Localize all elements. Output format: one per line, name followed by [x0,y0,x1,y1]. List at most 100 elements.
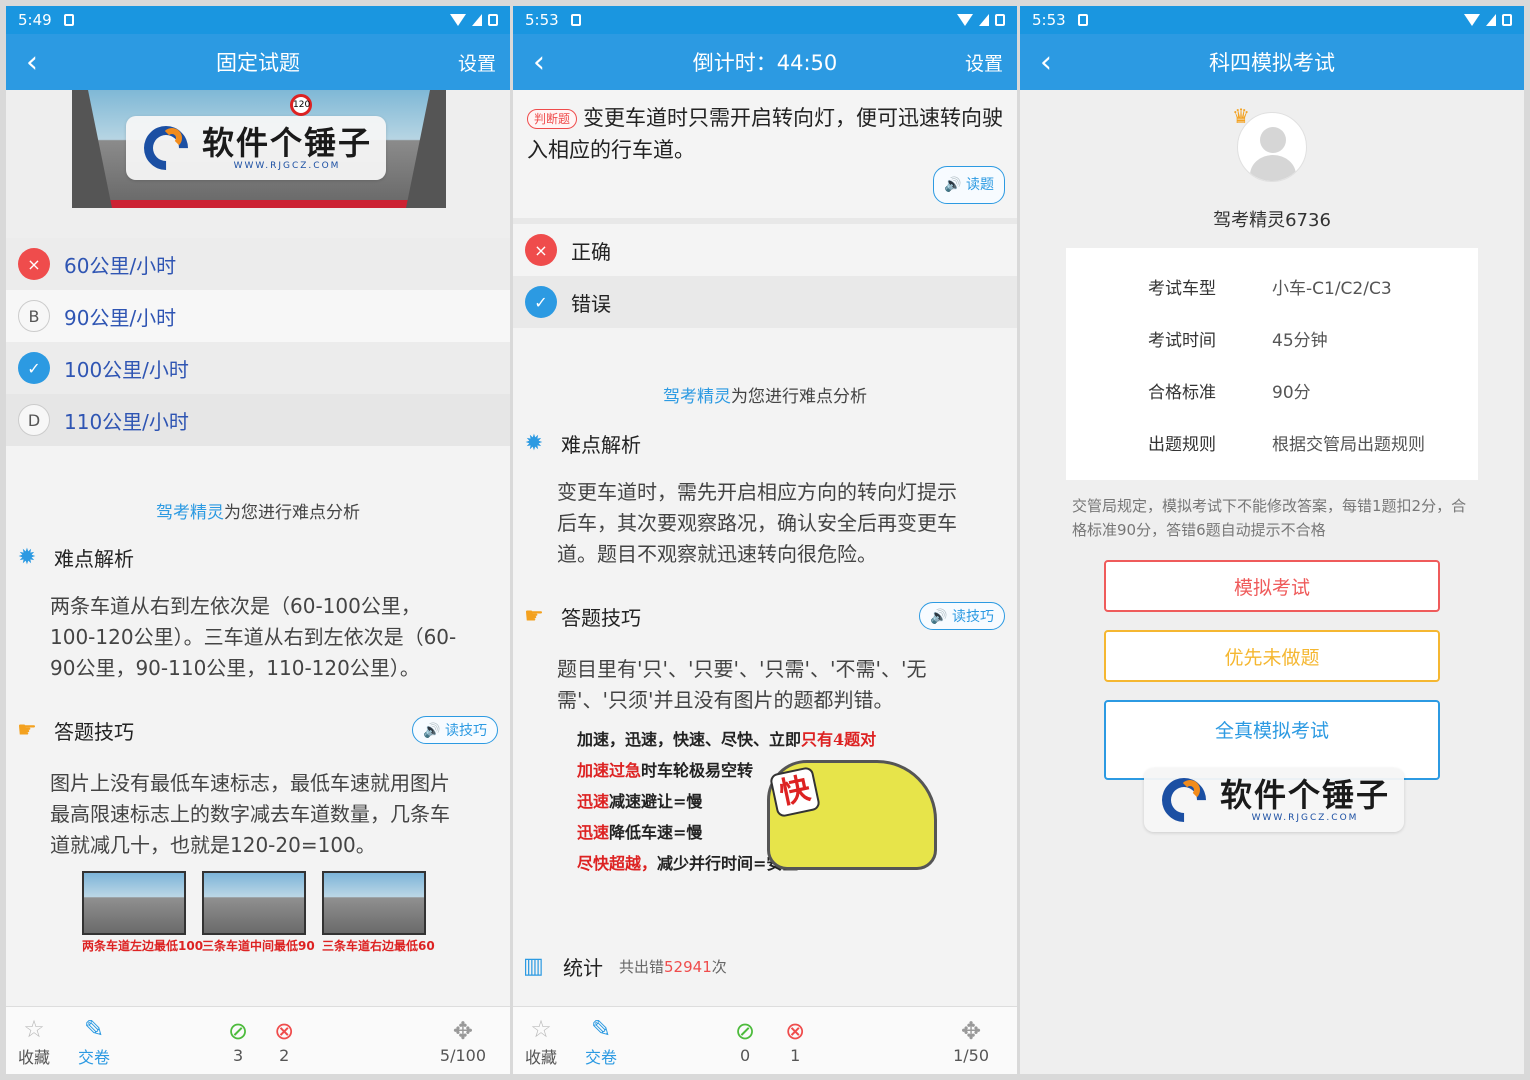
watermark-logo: 软件个锤子 WWW.RJGCZ.COM [126,116,387,180]
status-bar: 5:53 [513,6,1017,34]
wifi-icon [450,14,466,26]
page-title: 科四模拟考试 [1209,51,1335,75]
option-label: 60公里/小时 [64,253,177,278]
wrong-count[interactable]: ⊗ 2 [274,1016,294,1065]
favorite-button[interactable]: ☆ 收藏 [525,1014,557,1068]
tips-text: 题目里有'只'、'只要'、'只需'、'不需'、'无需'、'只须'并且没有图片的题… [557,657,927,712]
bottom-bar: ☆ 收藏 ✎ 交卷 ⊘ 3 ⊗ 2 ✥ 5/100 [6,1006,510,1074]
option-label: 100公里/小时 [64,357,189,382]
tips-cartoon: 加速，迅速，快速、尽快、立即只有4题对 加速过急时车轮极易空转 迅速减速避让=慢… [577,724,937,904]
option-letter: B [18,300,50,332]
bar-chart-icon: ▥ [523,953,544,979]
status-bar: 5:53 [1020,6,1524,34]
back-button[interactable]: ‹ [513,34,565,90]
difficulty-text: 变更车道时，需先开启相应方向的转向灯提示后车，其次要观察路况，确认安全后再变更车… [557,480,957,566]
question-type-tag: 判断题 [527,109,578,129]
option-c[interactable]: ✓ 100公里/小时 [6,342,510,394]
difficulty-section-title: ✹ 难点解析 [513,423,1017,463]
watermark-text: 软件个锤子 [202,124,373,162]
username: 驾考精灵6736 [1213,210,1331,231]
grid-icon: ✥ [960,1017,982,1045]
right-count[interactable]: ⊘ 3 [228,1016,248,1065]
countdown-title: 倒计时：44:50 [692,51,838,75]
right-count[interactable]: ⊘ 0 [735,1016,755,1065]
phone-screen-countdown-exam: 5:53 ‹ 倒计时：44:50 设置 判断题 变更车道时只需开启转向灯，便可迅速… [513,6,1017,1074]
favorite-button[interactable]: ☆ 收藏 [18,1014,50,1068]
analysis-header: 驾考精灵为您进行难点分析 [663,387,867,407]
option-label: 正确 [571,239,611,264]
submit-button[interactable]: ✎ 交卷 [585,1014,617,1068]
settings-button[interactable]: 设置 [458,49,510,76]
info-row: 出题规则 根据交管局出题规则 [1148,434,1425,455]
option-label: 错误 [571,291,611,316]
back-button[interactable]: ‹ [1020,34,1072,90]
wrong-mark-icon: × [525,234,557,266]
status-time: 5:49 [18,11,52,29]
read-question-button[interactable]: 🔊 读题 [933,166,1005,204]
signal-icon [472,14,482,26]
phone-screen-fixed-questions: 5:49 ‹ 固定试题 设置 120 软件个锤子 WWW.RJGCZ.COM ×… [6,6,510,1074]
option-b[interactable]: B 90公里/小时 [6,290,510,342]
question-block: 判断题 变更车道时只需开启转向灯，便可迅速转向驶入相应的行车道。 🔊 读题 [513,90,1017,218]
notification-icon [570,14,581,26]
watermark-url: WWW.RJGCZ.COM [233,161,341,171]
phone-screen-mock-exam: 5:53 ‹ 科四模拟考试 ♛ 驾考精灵6736 考试车型 小车-C1/C2/C3… [1020,6,1524,1074]
lightbulb-icon: ✹ [17,544,37,570]
option-true[interactable]: × 正确 [513,224,1017,276]
page-title: 固定试题 [216,51,300,75]
bottom-bar: ☆ 收藏 ✎ 交卷 ⊘ 0 ⊗ 1 ✥ 1/50 [513,1006,1017,1074]
status-bar: 5:49 [6,6,510,34]
watermark-logo: 软件个锤子 WWW.RJGCZ.COM [1144,768,1405,832]
difficulty-section-title: ✹ 难点解析 [6,537,510,577]
battery-icon [1502,14,1512,26]
mock-exam-button[interactable]: 模拟考试 [1104,560,1440,612]
tips-text: 图片上没有最低车速标志，最低车速就用图片最高限速标志上的数字减去车道数量，几条车… [50,771,450,857]
back-button[interactable]: ‹ [6,34,58,90]
analysis-header: 驾考精灵为您进行难点分析 [156,503,360,523]
exam-notice: 交管局规定，模拟考试下不能修改答案，每错1题扣2分，合格标准90分，答错6题自动… [1072,497,1467,539]
settings-button[interactable]: 设置 [965,49,1017,76]
watermark-url: WWW.RJGCZ.COM [1251,813,1359,823]
option-false[interactable]: ✓ 错误 [513,276,1017,328]
x-circle-icon: ⊗ [785,1017,806,1045]
option-letter: D [18,404,50,436]
tip-image: 两条车道左边最低100 [82,871,203,954]
read-tips-button[interactable]: 🔊 读技巧 [919,602,1005,630]
wrong-mark-icon: × [18,248,50,280]
tips-section-title: ☛ 答题技巧 🔊 读技巧 [6,710,510,750]
option-label: 90公里/小时 [64,305,177,330]
signal-icon [1486,14,1496,26]
hand-icon: ☛ [17,717,37,743]
tip-image: 三条车道右边最低60 [322,871,435,954]
submit-icon: ✎ [83,1014,105,1043]
submit-button[interactable]: ✎ 交卷 [78,1014,110,1068]
option-d[interactable]: D 110公里/小时 [6,394,510,446]
app-bar: ‹ 科四模拟考试 [1020,34,1524,90]
check-mark-icon: ✓ [18,352,50,384]
check-circle-icon: ⊘ [228,1017,249,1045]
avatar[interactable] [1237,112,1307,182]
statistics-row: ▥ 统计 共出错52941次 [523,953,727,980]
question-text: 变更车道时只需开启转向灯，便可迅速转向驶入相应的行车道。 [527,106,1004,162]
priority-unanswered-button[interactable]: 优先未做题 [1104,630,1440,682]
wifi-icon [957,14,973,26]
read-tips-button[interactable]: 🔊 读技巧 [412,716,498,744]
wrong-count[interactable]: ⊗ 1 [785,1016,805,1065]
fast-badge: 快 [768,765,822,819]
wifi-icon [1464,14,1480,26]
speed-limit-sign: 120 [290,94,312,116]
option-a[interactable]: × 60公里/小时 [6,238,510,290]
star-icon: ☆ [530,1014,552,1043]
app-bar: ‹ 固定试题 设置 [6,34,510,90]
analysis-brand[interactable]: 驾考精灵 [156,503,224,523]
battery-icon [995,14,1005,26]
logo-icon [134,116,198,180]
question-image: 120 软件个锤子 WWW.RJGCZ.COM [6,90,510,238]
signal-icon [979,14,989,26]
analysis-brand[interactable]: 驾考精灵 [663,387,731,407]
exam-info-card: 考试车型 小车-C1/C2/C3 考试时间 45分钟 合格标准 90分 出题规则 根据交… [1066,248,1478,480]
hand-icon: ☛ [524,603,544,629]
progress-button[interactable]: ✥ 1/50 [953,1016,989,1065]
info-row: 合格标准 90分 [1148,382,1311,403]
progress-button[interactable]: ✥ 5/100 [440,1016,486,1065]
